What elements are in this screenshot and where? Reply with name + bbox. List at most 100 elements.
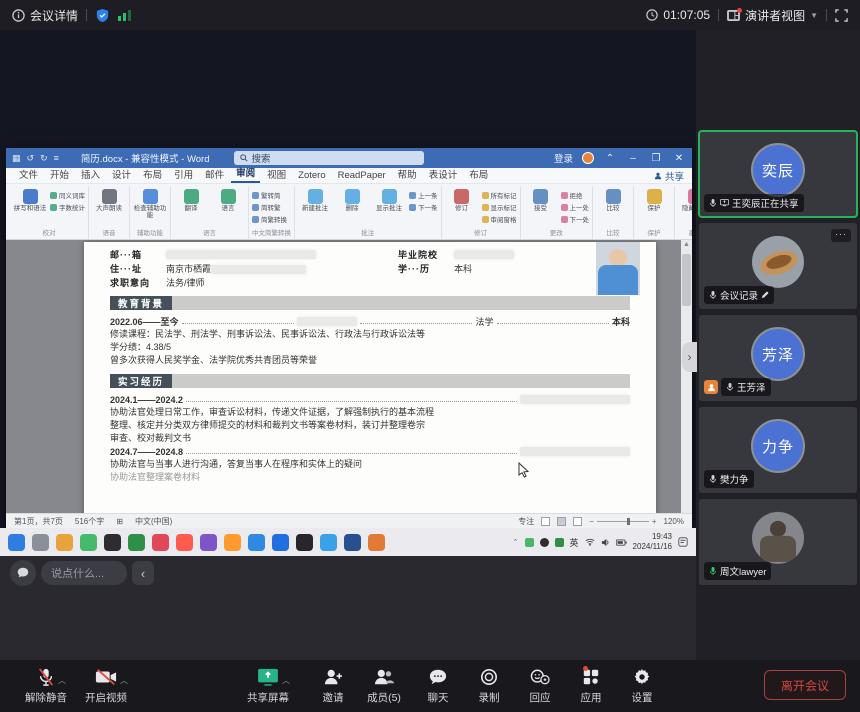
ribbon-button-简繁转换[interactable]: 简繁转换 (252, 214, 287, 224)
toolbar-share-screen-button[interactable]: ︿共享屏幕 (240, 666, 296, 705)
ribbon-tab-引用[interactable]: 引用 (169, 165, 198, 183)
customize-qat-icon[interactable]: ≡ (54, 153, 59, 163)
undo-icon[interactable]: ↺ (27, 153, 35, 164)
ribbon-tab-布局[interactable]: 布局 (138, 165, 167, 183)
security-shield-icon[interactable] (95, 8, 110, 23)
ribbon-button-检查辅助功能[interactable]: 检查辅助功能 (133, 187, 167, 220)
document-canvas[interactable]: 邮···箱毕业院校住···址南京市栖霞学···历本科求职意向法务/律师 教育背景… (6, 240, 692, 513)
word-search-box[interactable]: 搜索 (234, 151, 424, 165)
ribbon-button-保护[interactable]: 保护 (637, 187, 671, 212)
network-signal-icon[interactable] (118, 9, 132, 21)
redo-icon[interactable]: ↻ (40, 153, 48, 164)
print-layout-icon[interactable] (557, 517, 566, 526)
ribbon-button-修订[interactable]: 修订 (445, 187, 479, 212)
taskbar-app-green-dark-icon[interactable] (128, 534, 145, 551)
taskbar-app-purple-icon[interactable] (200, 534, 217, 551)
sidebar-collapse-handle[interactable]: › (682, 342, 697, 372)
ribbon-tab-表设计[interactable]: 表设计 (424, 165, 463, 183)
ribbon-button-删除[interactable]: 删除 (335, 187, 369, 212)
restore-icon[interactable]: ❐ (649, 153, 663, 164)
taskbar-start-icon[interactable] (8, 534, 25, 551)
participant-tile[interactable]: 周文lawyer (699, 499, 857, 585)
chat-bubble-button[interactable] (10, 560, 36, 586)
ribbon-button-隐藏墨迹[interactable]: 隐藏墨迹 (678, 187, 692, 212)
language-indicator[interactable]: 中文(中国) (135, 516, 172, 527)
ribbon-tab-视图[interactable]: 视图 (262, 165, 291, 183)
page-indicator[interactable]: 第1页，共7页 (14, 516, 63, 527)
rename-pencil[interactable] (761, 291, 769, 299)
participant-tile[interactable]: ···会议记录 (699, 223, 857, 309)
ribbon-button-字数统计[interactable]: 字数统计 (50, 202, 85, 212)
ribbon-tab-开始[interactable]: 开始 (45, 165, 74, 183)
save-icon[interactable]: ▦ (12, 153, 21, 164)
tray-wechat-icon[interactable] (555, 538, 564, 547)
taskbar-app-orange-icon[interactable] (368, 534, 385, 551)
close-icon[interactable]: ✕ (672, 153, 686, 164)
ribbon-button-简转繁[interactable]: 简转繁 (252, 202, 287, 212)
participant-tile[interactable]: 奕辰王奕辰正在共享 (699, 131, 857, 217)
tray-qq-icon[interactable] (540, 538, 549, 547)
toolbar-chat-button[interactable]: 聊天 (410, 666, 466, 705)
ribbon-tab-文件[interactable]: 文件 (14, 165, 43, 183)
zoom-slider[interactable]: −+ (589, 517, 656, 526)
zoom-level[interactable]: 120% (664, 517, 684, 526)
ribbon-button-大声朗读[interactable]: 大声朗读 (92, 187, 126, 212)
taskbar-app-green-leaf-icon[interactable] (80, 534, 97, 551)
word-scrollbar[interactable]: ▲ (681, 240, 692, 513)
fullscreen-icon[interactable] (835, 9, 848, 22)
more-options-button[interactable]: ··· (831, 229, 851, 242)
toolbar-members-button[interactable]: 成员(5) (356, 666, 412, 705)
toolbar-reaction-button[interactable]: 回应 (512, 666, 568, 705)
ribbon-button-所有标记[interactable]: 所有标记 (482, 190, 517, 200)
taskbar-word-icon[interactable] (344, 534, 361, 551)
taskbar-settings-icon[interactable] (32, 534, 49, 551)
toolbar-apps-button[interactable]: 应用 (563, 666, 619, 705)
minimize-icon[interactable]: – (626, 153, 640, 164)
volume-icon[interactable] (601, 538, 610, 547)
taskbar-firefox-icon[interactable] (224, 534, 241, 551)
read-mode-icon[interactable] (541, 517, 550, 526)
taskbar-app-dark-icon[interactable] (296, 534, 313, 551)
system-clock[interactable]: 19:43 2024/11/16 (633, 532, 672, 551)
word-count[interactable]: 516个字 (75, 516, 104, 527)
ribbon-tab-设计[interactable]: 设计 (107, 165, 136, 183)
ribbon-button-显示标记[interactable]: 显示标记 (482, 202, 517, 212)
ribbon-button-接受[interactable]: 接受 (524, 187, 558, 212)
web-layout-icon[interactable] (573, 517, 582, 526)
resume-page[interactable]: 邮···箱毕业院校住···址南京市栖霞学···历本科求职意向法务/律师 教育背景… (84, 242, 656, 513)
ribbon-button-上一条[interactable]: 上一条 (409, 190, 438, 200)
proofing-icon[interactable]: ⊞ (116, 517, 123, 526)
ribbon-tab-Zotero[interactable]: Zotero (293, 168, 330, 183)
chevron-up-icon[interactable]: ︿ (120, 675, 128, 686)
ribbon-tab-插入[interactable]: 插入 (76, 165, 105, 183)
ribbon-button-比较[interactable]: 比较 (596, 187, 630, 212)
ribbon-display-icon[interactable]: ⌃ (603, 153, 617, 164)
notification-center-icon[interactable] (678, 537, 688, 547)
taskbar-wps-icon[interactable] (176, 534, 193, 551)
participant-tile[interactable]: 芳泽王芳泽 (699, 315, 857, 401)
toolbar-record-button[interactable]: 录制 (461, 666, 517, 705)
chat-collapse-button[interactable]: ‹ (132, 561, 154, 585)
meeting-details-button[interactable]: 会议详情 (12, 7, 78, 24)
toolbar-invite-button[interactable]: 邀请 (305, 666, 361, 705)
ribbon-tab-邮件[interactable]: 邮件 (200, 165, 229, 183)
wifi-icon[interactable] (585, 538, 595, 546)
ribbon-tab-审阅[interactable]: 审阅 (231, 163, 260, 183)
toolbar-settings-button[interactable]: 设置 (614, 666, 670, 705)
tray-chevron-icon[interactable]: ⌃ (513, 538, 519, 546)
ribbon-button-下一处[interactable]: 下一处 (561, 214, 590, 224)
chat-input[interactable]: 说点什么... (41, 561, 127, 585)
signin-label[interactable]: 登录 (554, 151, 573, 165)
share-button[interactable]: 共享 (654, 169, 684, 183)
chevron-up-icon[interactable]: ︿ (58, 675, 66, 686)
taskbar-edge-icon[interactable] (248, 534, 265, 551)
ribbon-tab-帮助[interactable]: 帮助 (393, 165, 422, 183)
ime-indicator[interactable]: 英 (570, 536, 579, 549)
ribbon-tab-布局[interactable]: 布局 (464, 165, 493, 183)
participant-tile[interactable]: 力争樊力争 (699, 407, 857, 493)
ribbon-button-繁转简[interactable]: 繁转简 (252, 190, 287, 200)
scroll-up-arrow[interactable]: ▲ (682, 241, 691, 248)
view-mode-button[interactable]: 演讲者视图 ▼ (727, 7, 818, 24)
ribbon-button-上一处[interactable]: 上一处 (561, 202, 590, 212)
ribbon-button-下一条[interactable]: 下一条 (409, 202, 438, 212)
